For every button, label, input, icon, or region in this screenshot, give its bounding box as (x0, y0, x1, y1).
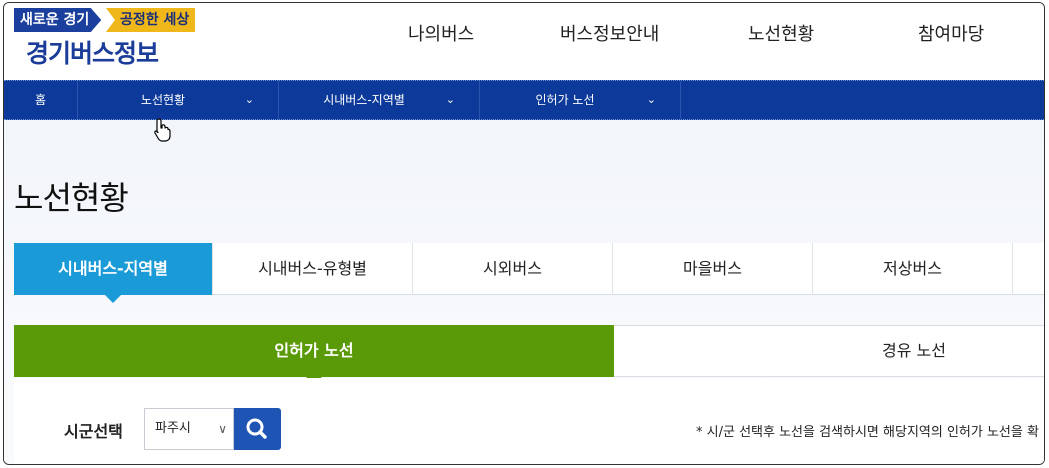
tab-city-bus-type[interactable]: 시내버스-유형별 (213, 243, 413, 295)
site-logo[interactable]: 새로운 경기 공정한 세상 경기버스정보 (14, 8, 214, 68)
secondary-tabs: 인허가 노선 경유 노선 (14, 325, 1044, 385)
breadcrumb-route-status-label: 노선현황 (140, 93, 186, 107)
gnb-bus-info[interactable]: 버스정보안내 (560, 21, 659, 49)
tab-low-floor-bus[interactable]: 저상버스 (813, 243, 1013, 295)
search-button[interactable] (234, 408, 281, 450)
tab-city-bus-region[interactable]: 시내버스-지역별 (14, 243, 213, 303)
main-content: 노선현황 시내버스-지역별 시내버스-유형별 시외버스 마을버스 저상버스 인허… (4, 120, 1044, 464)
breadcrumb-nav: 홈 노선현황 ⌄ 시내버스-지역별 ⌄ 인허가 노선 ⌄ (4, 80, 1044, 120)
logo-title: 경기버스정보 (26, 39, 159, 68)
breadcrumb-licensed-route-label: 인허가 노선 (535, 93, 595, 107)
chevron-down-icon: ∨ (218, 422, 227, 436)
city-select-value: 파주시 (155, 421, 191, 436)
search-icon (246, 418, 267, 439)
tab-intercity-bus[interactable]: 시외버스 (413, 243, 613, 295)
logo-tag-left: 새로운 경기 (14, 8, 102, 32)
breadcrumb-licensed-route[interactable]: 인허가 노선 ⌄ (480, 81, 681, 119)
hand-cursor-icon (154, 118, 171, 142)
breadcrumb-city-bus-region[interactable]: 시내버스-지역별 ⌄ (279, 81, 480, 119)
chevron-down-icon: ⌄ (646, 93, 656, 106)
gnb-participation[interactable]: 참여마당 (918, 21, 984, 49)
browser-frame: 새로운 경기 공정한 세상 경기버스정보 나의버스 버스정보안내 노선현황 참여… (3, 2, 1045, 465)
breadcrumb-home-label: 홈 (34, 93, 47, 107)
city-select-label: 시군선택 (64, 422, 123, 441)
tab-village-bus[interactable]: 마을버스 (613, 243, 813, 295)
breadcrumb-home[interactable]: 홈 (4, 81, 78, 119)
search-panel: 시군선택 파주시 ∨ * 시/군 선택후 노선을 검색하시면 해당지역의 인허가… (14, 378, 1044, 464)
tab-via-route[interactable]: 경유 노선 (614, 325, 1044, 377)
page-title: 노선현황 (14, 179, 129, 217)
chevron-down-icon: ⌄ (445, 93, 455, 106)
gnb-route-status[interactable]: 노선현황 (748, 21, 814, 49)
gnb-my-bus[interactable]: 나의버스 (408, 21, 474, 49)
logo-tag-right: 공정한 세상 (106, 8, 196, 32)
site-header: 새로운 경기 공정한 세상 경기버스정보 나의버스 버스정보안내 노선현황 참여… (4, 3, 1044, 80)
city-select[interactable]: 파주시 ∨ (144, 408, 234, 450)
tab-licensed-route[interactable]: 인허가 노선 (14, 325, 614, 385)
search-notice: * 시/군 선택후 노선을 검색하시면 해당지역의 인허가 노선을 확 (696, 425, 1039, 440)
chevron-down-icon: ⌄ (244, 93, 254, 106)
primary-tabs: 시내버스-지역별 시내버스-유형별 시외버스 마을버스 저상버스 (14, 243, 1044, 303)
breadcrumb-city-bus-region-label: 시내버스-지역별 (323, 93, 405, 107)
breadcrumb-route-status[interactable]: 노선현황 ⌄ (78, 81, 279, 119)
